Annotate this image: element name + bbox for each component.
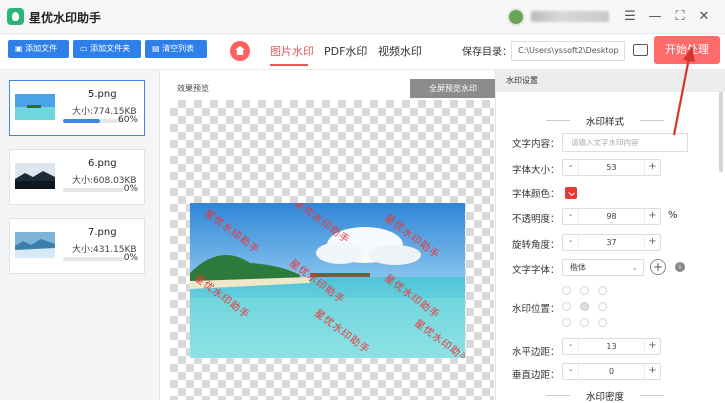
file-item[interactable]: 5.png 大小:774.15KB 60% xyxy=(9,80,145,136)
user-avatar[interactable] xyxy=(507,8,525,26)
preview-image: 星优水印助手 星优水印助手 星优水印助手 星优水印助手 星优水印助手 星优水印助… xyxy=(190,203,465,358)
opacity-stepper[interactable]: - 98 + xyxy=(562,208,661,225)
file-progress-text: 0% xyxy=(123,184,138,194)
rotation-stepper[interactable]: - 37 + xyxy=(562,234,661,251)
position-middle-left[interactable] xyxy=(562,302,571,311)
start-process-button[interactable]: 开始处理 xyxy=(654,36,720,64)
position-middle-right[interactable] xyxy=(598,302,607,311)
opacity-plus-button[interactable]: + xyxy=(644,209,660,224)
info-icon[interactable]: i xyxy=(675,262,685,272)
rotation-label: 旋转角度： xyxy=(512,240,560,251)
file-progress-text: 60% xyxy=(117,115,138,125)
tab-image-watermark[interactable]: 图片水印 xyxy=(270,43,314,59)
opacity-unit: % xyxy=(668,210,678,221)
h-margin-value[interactable]: 13 xyxy=(579,339,644,354)
maximize-icon[interactable]: ⛶ xyxy=(670,7,690,27)
tab-pdf-watermark[interactable]: PDF水印 xyxy=(324,43,367,59)
menu-icon[interactable]: ☰ xyxy=(620,7,640,27)
file-progress-bar xyxy=(63,188,124,192)
folder-icon[interactable] xyxy=(633,44,648,56)
home-icon[interactable] xyxy=(230,41,250,61)
v-margin-plus-button[interactable]: + xyxy=(644,364,660,379)
h-margin-stepper[interactable]: - 13 + xyxy=(562,338,661,355)
section-watermark-density: 水印密度 xyxy=(546,389,664,403)
file-item[interactable]: 6.png 大小:608.03KB 0% xyxy=(9,149,145,205)
chevron-down-icon: ⌄ xyxy=(631,263,638,272)
file-name: 5.png xyxy=(88,89,117,100)
file-thumbnail xyxy=(15,232,55,258)
rotation-plus-button[interactable]: + xyxy=(644,235,660,250)
font-size-value[interactable]: 53 xyxy=(579,160,644,175)
h-margin-plus-button[interactable]: + xyxy=(644,339,660,354)
close-icon[interactable]: ✕ xyxy=(694,7,714,27)
v-margin-stepper[interactable]: - 0 + xyxy=(562,363,661,380)
tab-video-watermark[interactable]: 视频水印 xyxy=(378,43,422,59)
user-name-blurred xyxy=(531,11,609,22)
file-item[interactable]: 7.png 大小:431.15KB 0% xyxy=(9,218,145,274)
file-progress-bar xyxy=(63,119,124,123)
font-color-label: 字体颜色： xyxy=(512,189,560,200)
position-bottom-left[interactable] xyxy=(562,318,571,327)
opacity-label: 不透明度： xyxy=(512,214,560,225)
section-watermark-style: 水印样式 xyxy=(546,114,664,128)
opacity-value[interactable]: 98 xyxy=(579,209,644,224)
file-name: 6.png xyxy=(88,158,117,169)
font-size-plus-button[interactable]: + xyxy=(644,160,660,175)
add-folder-button[interactable]: ▭ 添加文件夹 xyxy=(73,40,141,58)
title-bar: 星优水印助手 ☰ — ⛶ ✕ xyxy=(0,0,725,34)
rotation-value[interactable]: 37 xyxy=(579,235,644,250)
app-title: 星优水印助手 xyxy=(29,11,102,25)
font-size-stepper[interactable]: - 53 + xyxy=(562,159,661,176)
opacity-minus-button[interactable]: - xyxy=(563,209,579,224)
v-margin-value[interactable]: 0 xyxy=(579,364,644,379)
font-family-value: 楷体 xyxy=(570,263,586,272)
file-progress-text: 0% xyxy=(123,253,138,263)
position-top-center[interactable] xyxy=(580,286,589,295)
toolbar: ▣ 添加文件 ▭ 添加文件夹 ▤ 清空列表 图片水印 PDF水印 视频水印 保存… xyxy=(0,34,725,70)
v-margin-minus-button[interactable]: - xyxy=(563,364,579,379)
rotation-minus-button[interactable]: - xyxy=(563,235,579,250)
text-content-input[interactable]: 请输入文字水印内容 xyxy=(562,133,688,152)
font-color-swatch[interactable] xyxy=(565,187,577,199)
settings-panel: 水印设置 水印样式 文字内容： 请输入文字水印内容 字体大小： - 53 + 字… xyxy=(495,70,725,403)
font-size-minus-button[interactable]: - xyxy=(563,160,579,175)
font-size-label: 字体大小： xyxy=(512,165,560,176)
position-middle-center[interactable] xyxy=(580,302,589,311)
file-list: 5.png 大小:774.15KB 60% 6.png 大小:608.03KB … xyxy=(0,70,160,400)
file-progress-fill xyxy=(63,119,100,123)
h-margin-minus-button[interactable]: - xyxy=(563,339,579,354)
position-bottom-right[interactable] xyxy=(598,318,607,327)
app-logo-icon xyxy=(7,8,24,25)
minimize-icon[interactable]: — xyxy=(645,7,665,27)
clear-list-button[interactable]: ▤ 清空列表 xyxy=(145,40,207,58)
position-bottom-center[interactable] xyxy=(580,318,589,327)
save-dir-label: 保存目录： xyxy=(462,47,512,58)
file-progress-bar xyxy=(63,257,124,261)
font-family-label: 文字字体： xyxy=(512,265,560,276)
h-margin-label: 水平边距： xyxy=(512,347,560,358)
position-top-left[interactable] xyxy=(562,286,571,295)
active-tab-indicator xyxy=(270,64,308,66)
add-font-icon[interactable]: + xyxy=(650,259,666,275)
settings-header: 水印设置 xyxy=(496,70,725,92)
font-family-select[interactable]: 楷体 ⌄ xyxy=(562,259,644,276)
position-label: 水印位置： xyxy=(512,304,560,315)
save-dir-input[interactable]: C:\Users\yssoft2\Desktop xyxy=(511,41,625,61)
v-margin-label: 垂直边距： xyxy=(512,370,560,381)
settings-scrollbar[interactable] xyxy=(719,92,723,172)
position-top-right[interactable] xyxy=(598,286,607,295)
add-file-button[interactable]: ▣ 添加文件 xyxy=(8,40,69,58)
preview-label: 效果预览 xyxy=(177,84,209,93)
fullscreen-preview-button[interactable]: 全屏预览水印 xyxy=(410,79,496,98)
file-thumbnail xyxy=(15,94,55,120)
file-thumbnail xyxy=(15,163,55,189)
file-name: 7.png xyxy=(88,227,117,238)
text-content-label: 文字内容： xyxy=(512,139,560,150)
